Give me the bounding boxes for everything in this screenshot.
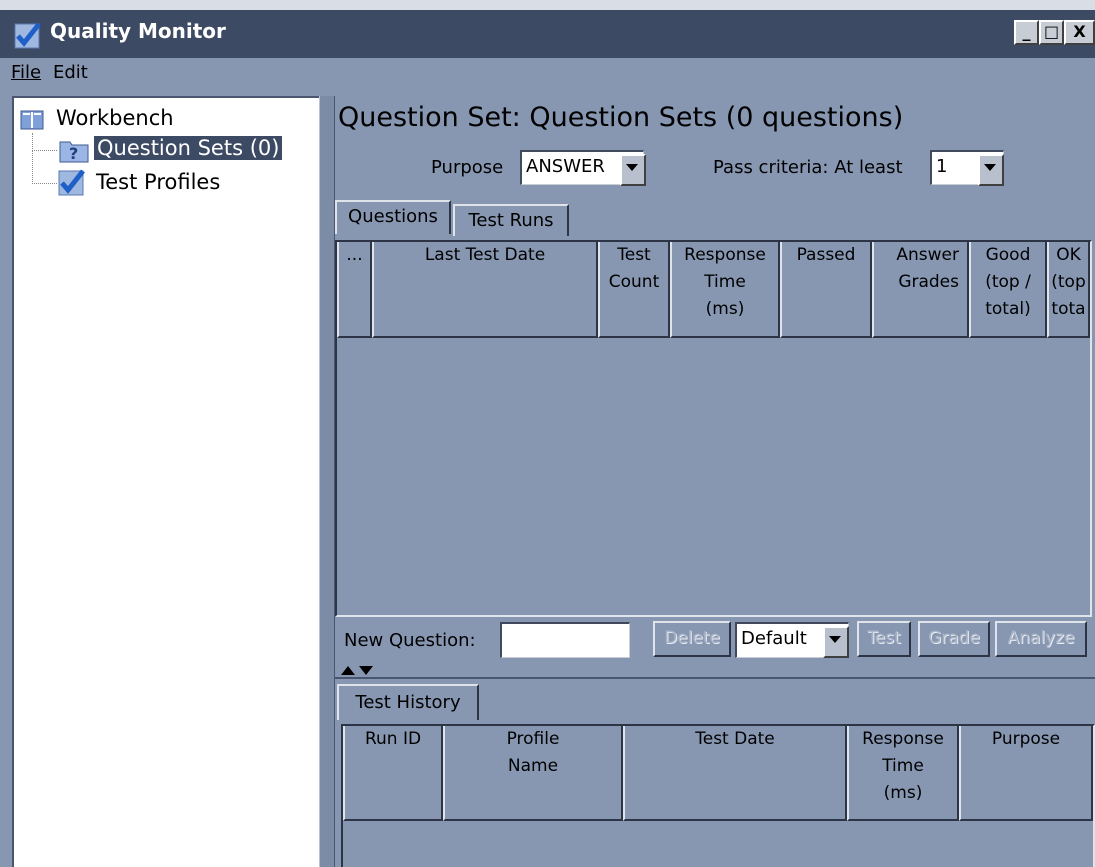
question-set-title: Question Set: Question Sets (0 questions…	[338, 102, 904, 133]
analyze-button[interactable]: Analyze	[995, 621, 1087, 657]
column-header[interactable]: Test Date	[623, 726, 847, 821]
tree-panel: Workbench ? Question Sets (0) Test Profi…	[12, 96, 319, 867]
purpose-label: Purpose	[431, 157, 504, 178]
column-header[interactable]: ...	[337, 242, 372, 338]
svg-text:?: ?	[69, 144, 78, 163]
minimize-button[interactable]: _	[1014, 20, 1039, 45]
column-header[interactable]: Response Time (ms)	[670, 242, 780, 338]
column-header[interactable]: OK (top tota	[1047, 242, 1090, 338]
vertical-splitter[interactable]	[319, 96, 335, 867]
window-title: Quality Monitor	[50, 19, 226, 43]
column-header[interactable]: Answer Grades	[872, 242, 969, 338]
checkmark-icon	[58, 169, 85, 196]
column-header[interactable]: Test Count	[598, 242, 670, 338]
chevron-down-icon[interactable]	[620, 154, 646, 186]
tab-test-history[interactable]: Test History	[337, 684, 479, 720]
questions-table: ... Last Test Date Test Count Response T…	[335, 240, 1092, 617]
splitter-arrows-icon[interactable]	[340, 663, 382, 677]
delete-button[interactable]: Delete	[653, 621, 731, 657]
pass-criteria-select[interactable]: 1	[930, 150, 1004, 186]
profile-select[interactable]: Default	[735, 622, 849, 658]
column-header[interactable]: Run ID	[343, 726, 443, 821]
workbench-book-icon	[20, 110, 44, 130]
column-header[interactable]: Profile Name	[443, 726, 623, 821]
pass-criteria-label: Pass criteria: At least	[713, 157, 903, 178]
maximize-button[interactable]: □	[1039, 20, 1064, 45]
question-folder-icon: ?	[59, 141, 89, 163]
purpose-select[interactable]: ANSWER	[520, 150, 646, 186]
column-header[interactable]: Response Time (ms)	[847, 726, 959, 821]
tab-test-runs[interactable]: Test Runs	[453, 204, 569, 236]
test-button[interactable]: Test	[857, 621, 911, 657]
menu-file[interactable]: File	[11, 62, 41, 83]
tree-item-question-sets[interactable]: Question Sets (0)	[92, 135, 284, 161]
history-table: Run ID Profile Name Test Date Response T…	[341, 724, 1095, 867]
new-question-label: New Question:	[344, 630, 476, 651]
tree-root-workbench[interactable]: Workbench	[56, 106, 174, 130]
column-header[interactable]: Passed	[780, 242, 872, 338]
app-checkmark-icon	[14, 22, 41, 49]
tab-questions[interactable]: Questions	[335, 200, 451, 234]
close-button[interactable]: X	[1064, 20, 1095, 45]
grade-button[interactable]: Grade	[918, 621, 990, 657]
chevron-down-icon[interactable]	[823, 626, 849, 658]
column-header[interactable]: Last Test Date	[372, 242, 598, 338]
chevron-down-icon[interactable]	[978, 154, 1004, 186]
column-header[interactable]: Good (top / total)	[969, 242, 1047, 338]
new-question-input[interactable]	[500, 622, 630, 658]
tree-item-test-profiles[interactable]: Test Profiles	[96, 170, 220, 194]
menu-edit[interactable]: Edit	[53, 62, 88, 83]
column-header[interactable]: Purpose	[959, 726, 1093, 821]
menu-bar	[0, 58, 1095, 90]
